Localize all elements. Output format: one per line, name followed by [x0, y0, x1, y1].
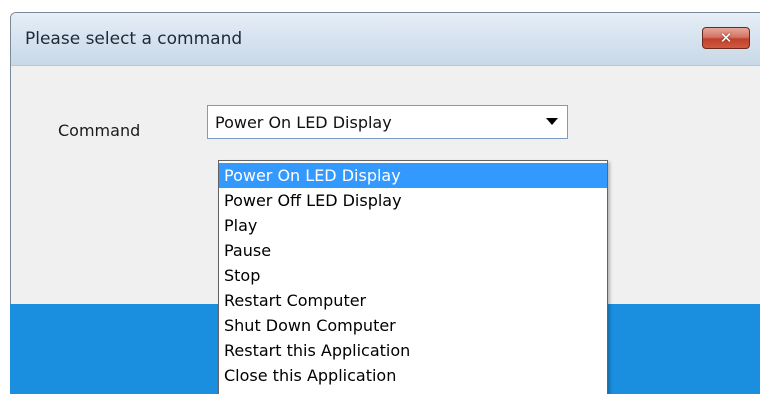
dropdown-option-pause[interactable]: Pause [219, 238, 607, 263]
command-select-value: Power On LED Display [215, 113, 392, 132]
close-button[interactable]: ✕ [702, 27, 750, 49]
dropdown-option-restart-computer[interactable]: Restart Computer [219, 288, 607, 313]
dropdown-arrow-icon[interactable] [546, 118, 558, 125]
dropdown-option-restart-application[interactable]: Restart this Application [219, 338, 607, 363]
command-dropdown-list[interactable]: Power On LED Display Power Off LED Displ… [218, 160, 608, 394]
command-label: Command [58, 121, 141, 140]
dropdown-option-close-application[interactable]: Close this Application [219, 363, 607, 388]
dropdown-option-play[interactable]: Play [219, 213, 607, 238]
command-select[interactable]: Power On LED Display [207, 105, 568, 139]
dropdown-option-stop[interactable]: Stop [219, 263, 607, 288]
dropdown-option-shut-down-computer[interactable]: Shut Down Computer [219, 313, 607, 338]
dropdown-option-power-off-led-display[interactable]: Power Off LED Display [219, 188, 607, 213]
title-bar[interactable]: Please select a command [11, 13, 760, 66]
dialog-title: Please select a command [25, 29, 243, 49]
dropdown-option-power-on-led-display[interactable]: Power On LED Display [219, 163, 607, 188]
close-icon: ✕ [719, 28, 733, 47]
